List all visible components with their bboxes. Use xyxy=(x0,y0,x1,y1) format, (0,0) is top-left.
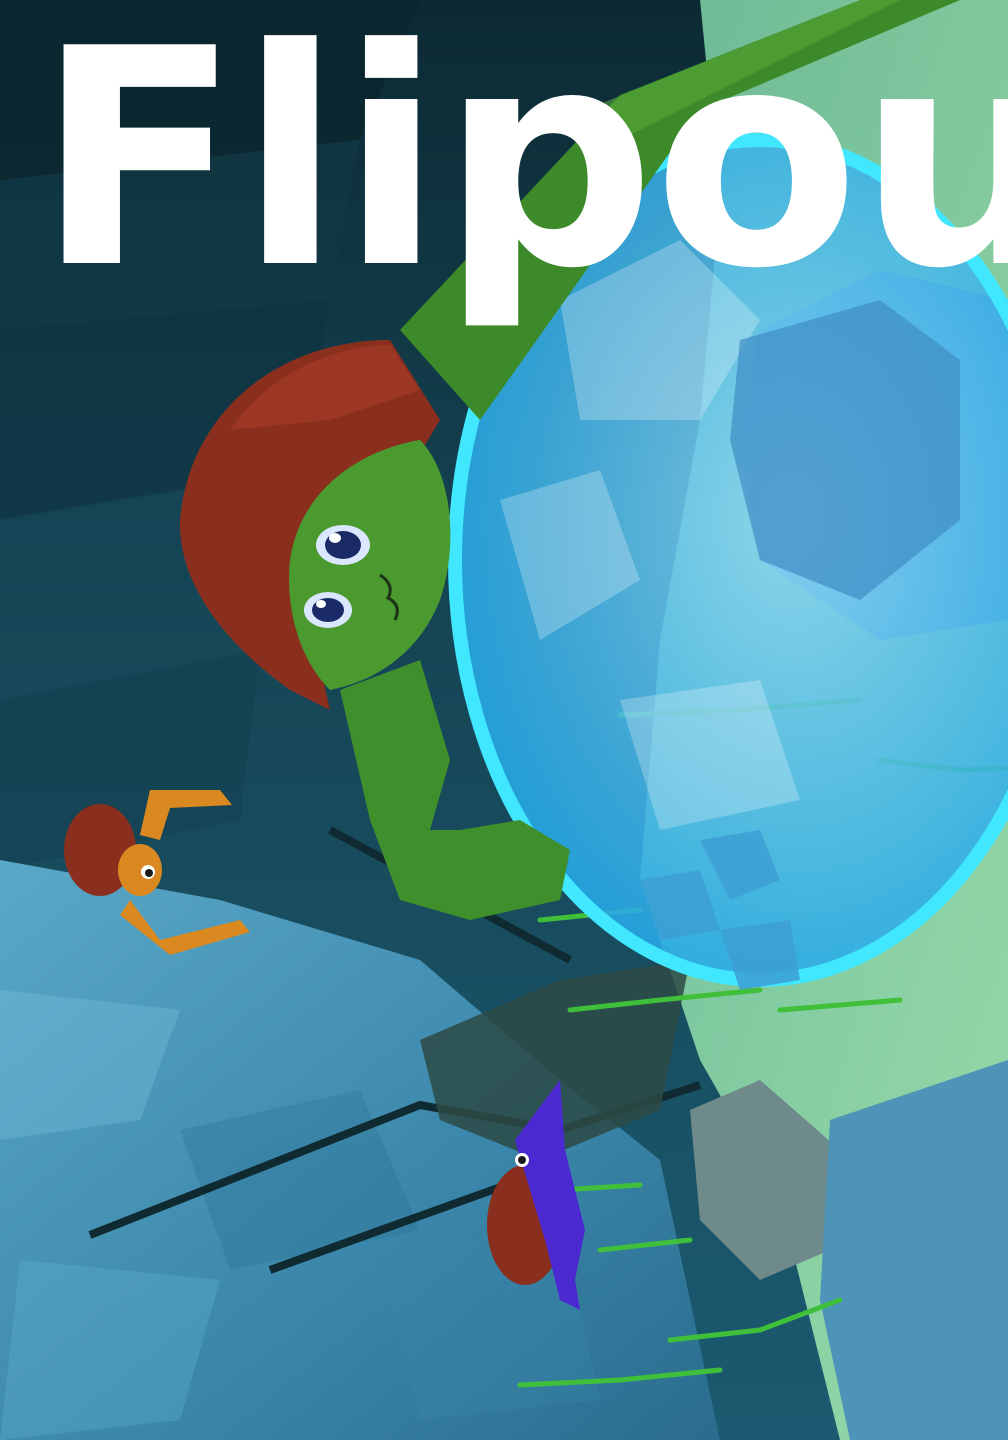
game-title: Flipout xyxy=(36,0,1008,334)
game-scene: Flipout xyxy=(0,0,1008,1440)
blue-boulder-2 xyxy=(820,1060,1008,1440)
